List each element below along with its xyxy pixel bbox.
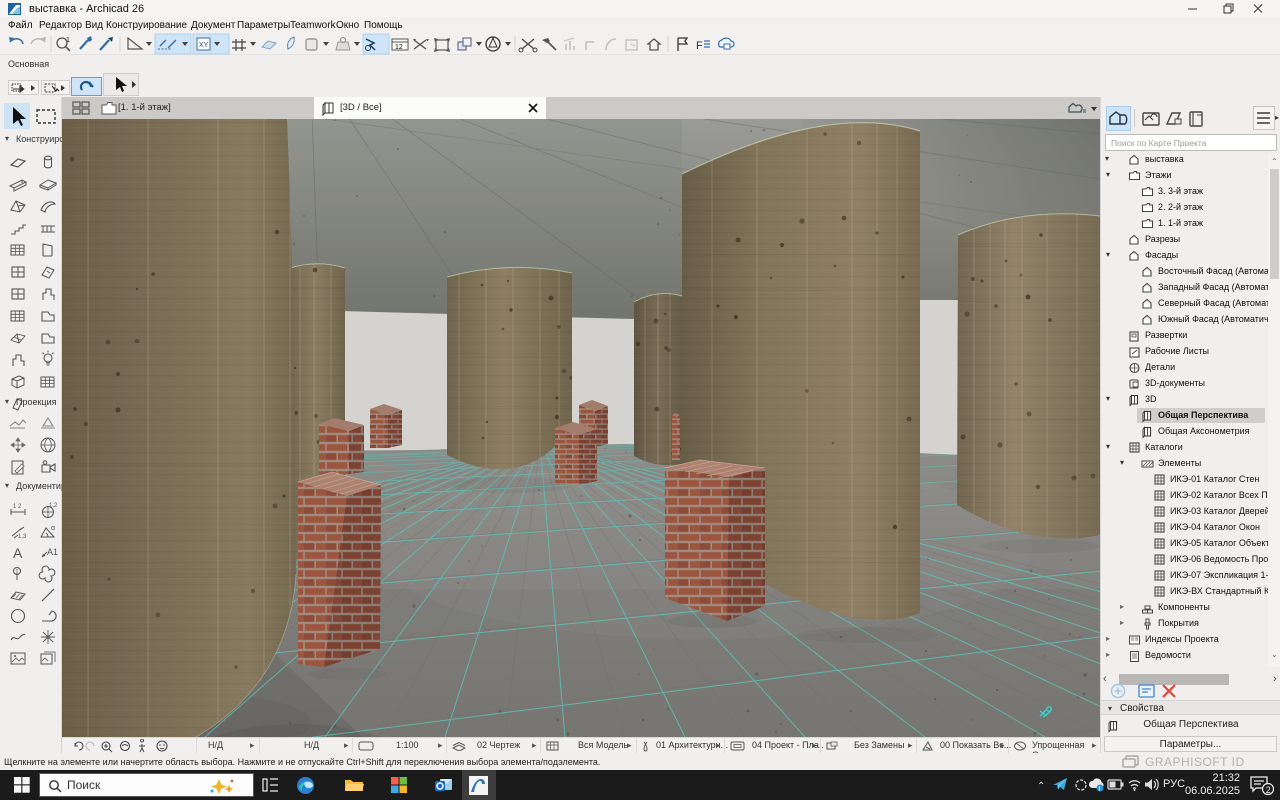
svg-text:12: 12 (395, 44, 403, 51)
svg-text:1,3: 1,3 (18, 534, 27, 540)
svg-text:A1: A1 (47, 547, 58, 557)
svg-text:1 2: 1 2 (13, 504, 22, 510)
svg-text:α: α (51, 525, 55, 532)
svg-text:1,2: 1,2 (49, 503, 58, 509)
svg-text:1: 1 (66, 37, 70, 44)
svg-text:A: A (13, 545, 23, 561)
svg-text:F: F (696, 40, 703, 52)
svg-text:2: 2 (1266, 785, 1271, 795)
svg-text:XY: XY (199, 42, 209, 49)
